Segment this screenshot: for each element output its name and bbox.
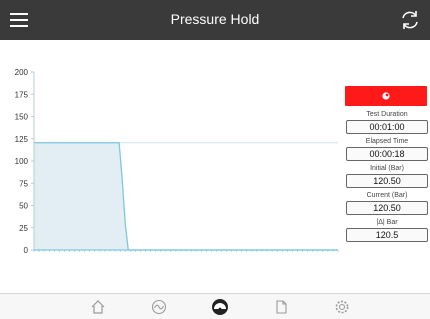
pressure-chart: 0 25 50 75 100 125 150 175 200 [0, 40, 340, 290]
field-label: |Δ| Bar [376, 219, 398, 226]
tab-bar [0, 293, 430, 319]
y-tick-label: 100 [15, 157, 29, 166]
field-value: 00:00:18 [346, 147, 428, 161]
field-label: Initial (Bar) [370, 165, 404, 172]
refresh-icon[interactable] [398, 8, 422, 32]
record-button[interactable] [345, 86, 427, 106]
field-label: Current (Bar) [366, 192, 408, 199]
series-area [34, 142, 338, 250]
chart-svg: 0 25 50 75 100 125 150 175 200 [15, 68, 339, 255]
field-value: 120.50 [346, 174, 428, 188]
document-icon[interactable] [272, 298, 290, 316]
settings-icon[interactable] [333, 298, 351, 316]
gauge-icon[interactable] [211, 298, 229, 316]
page-title: Pressure Hold [170, 11, 260, 27]
home-icon[interactable] [89, 298, 107, 316]
top-bar: Pressure Hold [0, 0, 430, 40]
y-tick-label: 50 [19, 202, 28, 211]
graph-icon[interactable] [150, 298, 168, 316]
y-tick-label: 200 [15, 68, 29, 77]
field-value: 00:01:00 [346, 120, 428, 134]
y-tick-label: 175 [15, 90, 29, 99]
field-label: Test Duration [366, 111, 408, 118]
y-tick-label: 75 [19, 179, 28, 188]
side-panel: Test Duration 00:01:00 Elapsed Time 00:00:1… [345, 86, 429, 242]
field-label: Elapsed Time [365, 138, 409, 145]
field-value: 120.50 [346, 201, 428, 215]
y-tick-label: 150 [15, 113, 29, 122]
y-tick-label: 0 [24, 246, 29, 255]
record-icon [382, 92, 390, 100]
field-value: 120.5 [346, 228, 428, 242]
y-tick-label: 25 [19, 224, 28, 233]
y-tick-label: 125 [15, 135, 29, 144]
